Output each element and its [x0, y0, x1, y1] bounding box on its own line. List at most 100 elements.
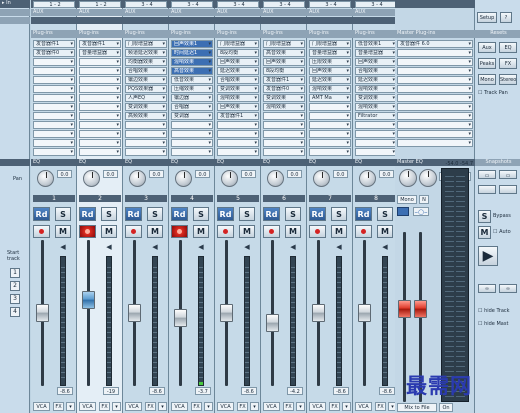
plugin-slot-7[interactable]: 混响效果 ▾ [355, 103, 397, 111]
pan-knob[interactable] [267, 170, 284, 187]
plugin-slot-8[interactable]: Filtrator ▾ [355, 112, 397, 120]
channel-menu-button[interactable]: ▾ [112, 402, 121, 411]
mute-button[interactable]: M [147, 225, 163, 238]
plugin-slot-6[interactable]: AMT Ma ▾ [309, 94, 351, 102]
mute-button[interactable]: M [55, 225, 71, 238]
plugin-slot-4[interactable]: 低音效果 ▾ [171, 76, 213, 84]
plugin-slot-9[interactable]: ▾ [33, 121, 75, 129]
eq-header[interactable]: EQ [169, 159, 215, 166]
reset-fx-button[interactable]: FX [499, 58, 517, 69]
plugin-slot-2[interactable]: 均衡器效果 ▾ [125, 58, 167, 66]
plugin-slot-5[interactable]: PQS效果器 ▾ [125, 85, 167, 93]
eq-header[interactable]: EQ [123, 159, 169, 166]
bypass-s-button[interactable]: S [478, 210, 491, 223]
master-on-button[interactable]: On [439, 403, 453, 412]
plugin-slot-6[interactable]: ▾ [79, 94, 121, 102]
plugin-slot-5[interactable]: 混响效果 ▾ [309, 85, 351, 93]
snapshot-folder-button[interactable]: ▭ [478, 170, 496, 179]
plugin-slot-2[interactable]: ▾ [79, 58, 121, 66]
record-arm-button[interactable] [79, 225, 96, 238]
plugin-slot-8[interactable]: ▾ [79, 112, 121, 120]
vca-button[interactable]: VCA [309, 402, 326, 411]
plugin-slot-6[interactable]: ▾ [33, 94, 75, 102]
channel-menu-button[interactable]: ▾ [158, 402, 167, 411]
plugin-slot-7[interactable]: 回声效果 ▾ [217, 103, 259, 111]
plugin-slot-1[interactable]: 频道延迟效果 ▾ [125, 49, 167, 57]
record-arm-button[interactable] [355, 225, 372, 238]
plugin-slot-2[interactable]: 混响效果 ▾ [171, 58, 213, 66]
plugin-slot-10[interactable]: ▾ [79, 130, 121, 138]
plugin-slot-5[interactable]: ▾ [33, 85, 75, 93]
plugin-slot-1[interactable]: 高音效果 ▾ [263, 49, 305, 57]
snapshot-save-button[interactable]: ▭ [499, 170, 517, 179]
start-track-3-button[interactable]: 3 [10, 294, 20, 304]
aux-send-select[interactable]: 门限增益器 ▾ [125, 40, 167, 48]
plugin-slot-11[interactable]: ▾ [263, 139, 305, 147]
master-plugin-slot-7[interactable]: ▾ [397, 94, 473, 102]
snapshot-load-button[interactable] [478, 185, 496, 194]
plugin-slot-2[interactable]: 回声效果 ▾ [355, 58, 397, 66]
master-plugin-slot-6[interactable]: ▾ [397, 85, 473, 93]
solo-button[interactable]: S [101, 207, 117, 221]
plugin-slot-10[interactable]: ▾ [309, 130, 351, 138]
volume-fader[interactable] [266, 314, 279, 333]
plugin-slot-4[interactable]: 发音器件1 ▾ [263, 76, 305, 84]
pan-knob[interactable] [359, 170, 376, 187]
plugin-slot-10[interactable]: ▾ [125, 130, 167, 138]
master-link-icon[interactable]: –○– [413, 207, 429, 216]
plugin-slot-5[interactable]: ▾ [79, 85, 121, 93]
fx-button[interactable]: FX [53, 402, 64, 411]
pan-knob[interactable] [221, 170, 238, 187]
plugin-slot-1[interactable]: 8段均衡 ▾ [217, 49, 259, 57]
mute-button[interactable]: M [285, 225, 301, 238]
mute-button[interactable]: M [193, 225, 209, 238]
mute-button[interactable]: M [377, 225, 393, 238]
plugin-slot-2[interactable]: 回声效果 ▾ [263, 58, 305, 66]
reset-aux-button[interactable]: Aux [478, 42, 496, 53]
plugin-slot-12[interactable]: ▾ [355, 148, 397, 156]
plugin-slot-3[interactable]: 高音效果 ▾ [171, 67, 213, 75]
pan-knob[interactable] [175, 170, 192, 187]
record-arm-button[interactable] [33, 225, 50, 238]
plugin-slot-8[interactable]: 变调器 ▾ [171, 112, 213, 120]
volume-fader[interactable] [128, 304, 141, 322]
plugin-slot-12[interactable]: ▾ [263, 148, 305, 156]
read-automation-button[interactable]: Rd [355, 207, 372, 221]
plugin-slot-3[interactable]: 合唱效果 ▾ [125, 67, 167, 75]
solo-button[interactable]: S [331, 207, 347, 221]
master-plugin-slot-10[interactable]: ▾ [397, 121, 473, 129]
reset-peaks-button[interactable]: Peaks [478, 58, 496, 69]
read-automation-button[interactable]: Rd [79, 207, 96, 221]
vca-button[interactable]: VCA [171, 402, 188, 411]
plugin-slot-3[interactable]: ▾ [33, 67, 75, 75]
plugin-slot-4[interactable]: ▾ [79, 76, 121, 84]
eq-header[interactable]: EQ [215, 159, 261, 166]
vca-button[interactable]: VCA [217, 402, 234, 411]
start-track-4-button[interactable]: 4 [10, 307, 20, 317]
read-automation-button[interactable]: Rd [217, 207, 234, 221]
volume-fader[interactable] [82, 291, 95, 310]
mute-button[interactable]: M [239, 225, 255, 238]
master-fader-right[interactable] [414, 300, 427, 319]
fx-button[interactable]: FX [283, 402, 294, 411]
plugin-slot-3[interactable]: ▾ [79, 67, 121, 75]
mute-button[interactable]: M [331, 225, 347, 238]
play-button[interactable]: ▶ [478, 246, 498, 266]
master-plugin-slot-4[interactable]: ▾ [397, 67, 473, 75]
plugin-slot-8[interactable]: ▾ [33, 112, 75, 120]
pan-knob[interactable] [83, 170, 100, 187]
in-button[interactable]: ▸ In [0, 0, 30, 8]
fx-button[interactable]: FX [329, 402, 340, 411]
pan-knob[interactable] [37, 170, 54, 187]
plugin-slot-5[interactable]: 发音器件0 ▾ [263, 85, 305, 93]
read-automation-button[interactable]: Rd [309, 207, 326, 221]
plugin-slot-8[interactable]: ▾ [309, 112, 351, 120]
plugin-slot-6[interactable]: 混响效果 ▾ [217, 94, 259, 102]
plugin-slot-7[interactable]: ▾ [79, 103, 121, 111]
master-plugin-slot-11[interactable]: ▾ [397, 130, 473, 138]
plugin-slot-1[interactable]: 音量增益器 ▾ [79, 49, 121, 57]
record-arm-button[interactable] [217, 225, 234, 238]
master-pan-knob[interactable] [399, 169, 417, 187]
auto-m-button[interactable]: M [478, 226, 491, 239]
plugin-slot-2[interactable]: ▾ [33, 58, 75, 66]
